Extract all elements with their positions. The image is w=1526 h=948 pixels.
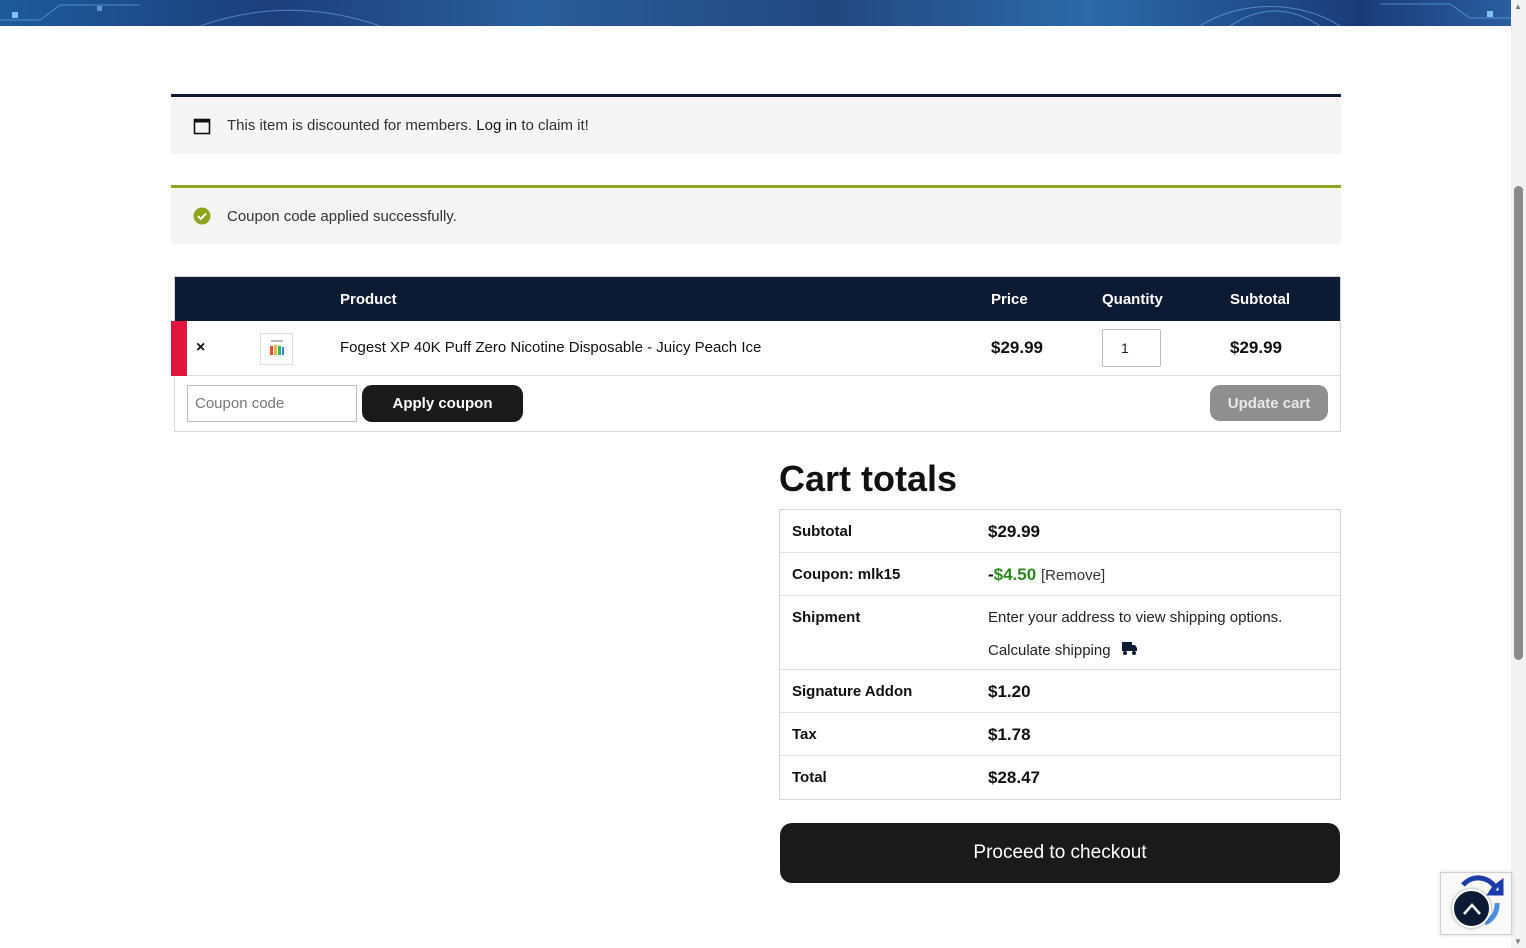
hero-banner-strip: [0, 0, 1511, 26]
subtotal-value: $29.99: [988, 522, 1040, 541]
header-quantity: Quantity: [1102, 291, 1163, 308]
remove-item-icon[interactable]: ×: [196, 339, 205, 357]
coupon-code-input[interactable]: [187, 385, 357, 422]
subtotal-label: Subtotal: [792, 523, 852, 540]
calculate-shipping-label[interactable]: Calculate shipping: [988, 642, 1111, 659]
scroll-to-top-button[interactable]: [1452, 889, 1491, 928]
chevron-up-icon: [1462, 902, 1481, 915]
totals-row-subtotal: Subtotal $29.99: [780, 510, 1340, 553]
totals-row-coupon: Coupon: mlk15 -$4.50 [Remove]: [780, 553, 1340, 596]
product-name-link[interactable]: Fogest XP 40K Puff Zero Nicotine Disposa…: [340, 339, 761, 356]
tax-label: Tax: [792, 726, 817, 743]
notice-text-after: to claim it!: [521, 117, 589, 134]
totals-row-signature: Signature Addon $1.20: [780, 670, 1340, 713]
item-subtotal: $29.99: [1230, 338, 1282, 357]
notice-text-before: This item is discounted for members.: [227, 117, 473, 134]
header-product: Product: [340, 291, 397, 308]
apply-coupon-button[interactable]: Apply coupon: [362, 385, 523, 422]
scroll-up-icon[interactable]: ▲: [1514, 2, 1522, 11]
login-link[interactable]: Log in: [476, 117, 517, 134]
shipment-label: Shipment: [792, 609, 861, 626]
product-thumbnail[interactable]: [260, 333, 293, 365]
shipment-info-text: Enter your address to view shipping opti…: [988, 609, 1283, 626]
coupon-label: Coupon: mlk15: [792, 566, 901, 583]
proceed-to-checkout-button[interactable]: Proceed to checkout: [780, 823, 1340, 883]
signature-label: Signature Addon: [792, 683, 913, 700]
coupon-success-notice: Coupon code applied successfully.: [171, 185, 1341, 244]
notice-text: This item is discounted for members. Log…: [227, 117, 589, 134]
update-cart-button[interactable]: Update cart: [1210, 385, 1328, 421]
page-scrollbar[interactable]: ▲ ▼: [1511, 0, 1526, 948]
scrollbar-thumb[interactable]: [1514, 186, 1523, 660]
cart-totals-heading: Cart totals: [779, 458, 958, 499]
cart-item-row: × Fogest XP 40K Puff Zero Nicotine Dispo…: [171, 321, 1340, 376]
remove-highlight-bar: [171, 321, 187, 376]
coupon-value: -$4.50 [Remove]: [988, 565, 1105, 585]
quantity-input[interactable]: [1102, 329, 1161, 367]
header-subtotal: Subtotal: [1230, 291, 1290, 308]
totals-row-shipment: Shipment Enter your address to view ship…: [780, 596, 1340, 670]
cart-table-header: Product Price Quantity Subtotal: [175, 277, 1340, 321]
total-value: $28.47: [988, 768, 1040, 787]
tax-value: $1.78: [988, 725, 1031, 744]
coupon-success-text: Coupon code applied successfully.: [227, 207, 457, 225]
cart-actions: Apply coupon Update cart: [175, 376, 1340, 431]
coupon-amount: $4.50: [993, 565, 1037, 584]
member-discount-notice: This item is discounted for members. Log…: [171, 94, 1341, 154]
total-label: Total: [792, 769, 827, 786]
check-circle-icon: [193, 207, 211, 225]
header-price: Price: [991, 291, 1028, 308]
totals-row-total: Total $28.47: [780, 756, 1340, 799]
cart-totals-table: Subtotal $29.99 Coupon: mlk15 -$4.50 [Re…: [779, 509, 1341, 800]
scroll-down-icon[interactable]: ▼: [1514, 937, 1522, 946]
totals-row-tax: Tax $1.78: [780, 713, 1340, 756]
remove-coupon-link[interactable]: [Remove]: [1041, 567, 1105, 584]
calculate-shipping-link[interactable]: Calculate shipping: [988, 641, 1138, 660]
calendar-icon: [193, 117, 211, 135]
item-price: $29.99: [991, 338, 1043, 357]
cart-table: Product Price Quantity Subtotal × Fogest…: [171, 276, 1341, 432]
signature-value: $1.20: [988, 682, 1031, 701]
truck-icon[interactable]: [1121, 641, 1138, 660]
